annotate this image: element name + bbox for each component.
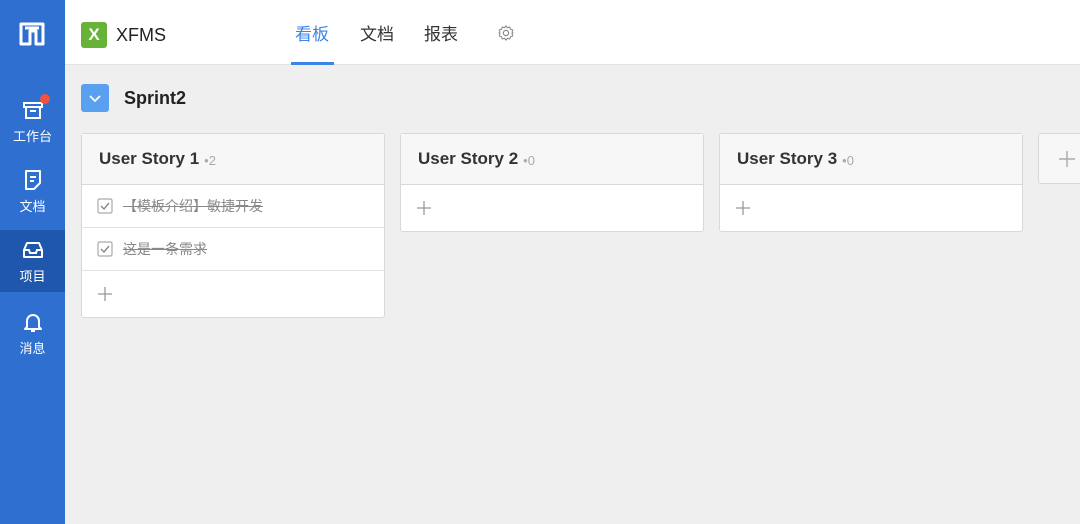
add-column-button[interactable] (1038, 133, 1080, 184)
column-header[interactable]: User Story 2 •0 (401, 134, 703, 185)
sprint-title: Sprint2 (124, 88, 187, 108)
task-card[interactable]: 这是一条需求 (82, 228, 384, 271)
active-tab-indicator (291, 62, 334, 65)
tab-docs[interactable]: 文档 (360, 20, 394, 45)
app-window: 工作台 文档 项目 消息 X XFMS 看板 文档 报表 Sprint2 Use… (0, 0, 1080, 524)
tab-kanban[interactable]: 看板 (295, 20, 329, 45)
inbox-box-icon (21, 93, 50, 122)
column-header[interactable]: User Story 1 •2 (82, 134, 384, 185)
rail-item-projects[interactable]: 项目 (0, 230, 65, 292)
brand-logo-icon: X (81, 22, 107, 48)
add-task-button[interactable] (82, 271, 384, 317)
project-tray-icon (21, 238, 45, 262)
column-count: •2 (204, 153, 216, 168)
rail-item-workbench[interactable]: 工作台 (0, 90, 65, 152)
plus-icon (98, 287, 112, 301)
document-icon (21, 168, 45, 192)
sprint-collapse-button[interactable] (81, 84, 109, 112)
rail-item-label: 文档 (19, 198, 46, 214)
board-column: User Story 3 •0 (719, 133, 1023, 232)
brand[interactable]: X XFMS (81, 22, 166, 48)
rail-item-label: 工作台 (12, 128, 52, 144)
top-bar: X XFMS 看板 文档 报表 (65, 0, 1080, 65)
plus-icon (417, 201, 431, 215)
tab-reports[interactable]: 报表 (424, 20, 458, 45)
rail-item-label: 消息 (19, 340, 46, 356)
task-title: 【模板介绍】敏捷开发 (123, 198, 263, 214)
column-title: User Story 2 (418, 149, 519, 168)
column-title: User Story 3 (737, 149, 838, 168)
board-column: User Story 1 •2 【模板介绍】敏捷开发 这是一条需求 (81, 133, 385, 318)
column-title: User Story 1 (99, 149, 200, 168)
task-title: 这是一条需求 (123, 241, 207, 257)
add-task-button[interactable] (401, 185, 703, 231)
left-rail: 工作台 文档 项目 消息 (0, 0, 65, 524)
app-name: XFMS (116, 24, 167, 45)
checkbox-checked-icon[interactable] (97, 198, 113, 214)
checkbox-checked-icon[interactable] (97, 241, 113, 257)
column-count: •0 (842, 153, 854, 168)
add-task-button[interactable] (720, 185, 1022, 231)
rail-item-docs[interactable]: 文档 (0, 160, 65, 222)
bell-icon (21, 310, 45, 334)
rail-item-messages[interactable]: 消息 (0, 302, 65, 364)
task-card[interactable]: 【模板介绍】敏捷开发 (82, 185, 384, 228)
gear-icon[interactable] (497, 24, 515, 42)
plus-icon (736, 201, 750, 215)
notification-badge (39, 93, 50, 104)
plus-icon (1059, 150, 1075, 167)
column-count: •0 (523, 153, 535, 168)
rail-item-label: 项目 (19, 268, 46, 284)
app-logo-icon[interactable] (18, 20, 46, 48)
column-header[interactable]: User Story 3 •0 (720, 134, 1022, 185)
board-column: User Story 2 •0 (400, 133, 704, 232)
chevron-down-icon (89, 95, 101, 103)
